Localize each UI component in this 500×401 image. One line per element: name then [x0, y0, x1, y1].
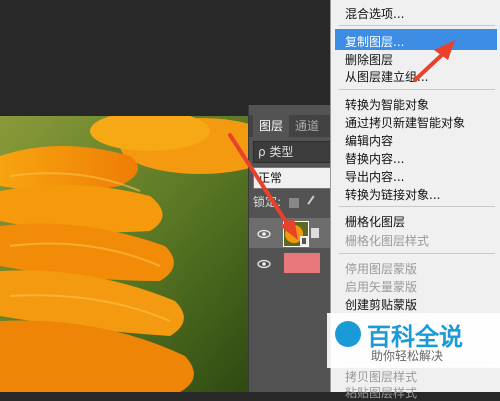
- arrow-head: [280, 218, 298, 240]
- arrow-to-menu: [413, 50, 447, 82]
- arrow-to-layer: [228, 133, 292, 230]
- annotation-arrows: [228, 40, 455, 240]
